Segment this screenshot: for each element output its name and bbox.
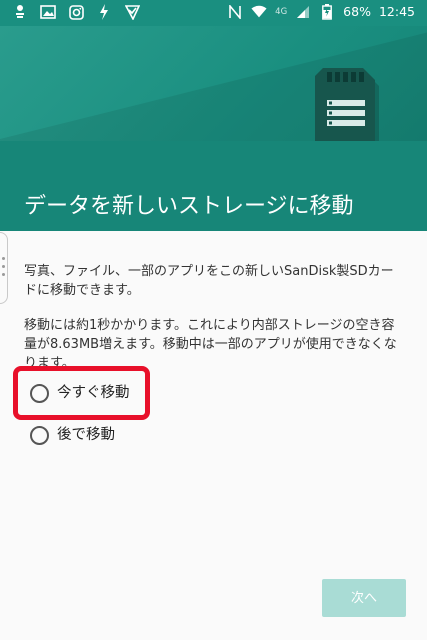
status-bar-left xyxy=(12,4,140,20)
network-type-label: 4G xyxy=(275,7,288,17)
instagram-icon xyxy=(68,4,84,20)
radio-button[interactable] xyxy=(30,383,49,403)
clipboard-check-icon xyxy=(124,4,140,20)
nfc-icon xyxy=(227,4,243,20)
battery-percent: 68% xyxy=(343,4,371,19)
notification-icon xyxy=(12,4,28,20)
page-title: データを新しいストレージに移動 xyxy=(24,194,354,219)
status-bar: 4G 68% 12:45 xyxy=(0,0,427,26)
option-move-now[interactable]: 今すぐ移動 xyxy=(30,380,130,406)
signal-icon xyxy=(295,4,311,20)
clock: 12:45 xyxy=(378,4,415,19)
option-move-later[interactable]: 後で移動 xyxy=(30,422,115,448)
image-icon xyxy=(40,4,56,20)
handle-dot xyxy=(2,273,5,276)
header-illustration xyxy=(0,26,427,141)
next-button[interactable]: 次へ xyxy=(322,579,406,617)
description-paragraph: 写真、ファイル、一部のアプリをこの新しいSanDisk製SDカードに移動できます… xyxy=(24,264,394,298)
radio-button[interactable] xyxy=(30,425,49,445)
wifi-icon xyxy=(251,4,267,20)
sd-card-icon xyxy=(315,68,379,141)
duration-paragraph: 移動には約1秒かかります。これにより内部ストレージの空き容量が8.63MB増えま… xyxy=(24,318,397,371)
status-bar-right: 4G 68% 12:45 xyxy=(227,4,415,20)
battery-charging-icon xyxy=(319,4,335,20)
option-label: 後で移動 xyxy=(57,427,115,443)
edge-panel-handle[interactable] xyxy=(0,232,8,304)
handle-dot xyxy=(2,257,5,260)
flash-icon xyxy=(96,4,112,20)
option-label: 今すぐ移動 xyxy=(57,385,130,401)
handle-dot xyxy=(2,265,5,268)
